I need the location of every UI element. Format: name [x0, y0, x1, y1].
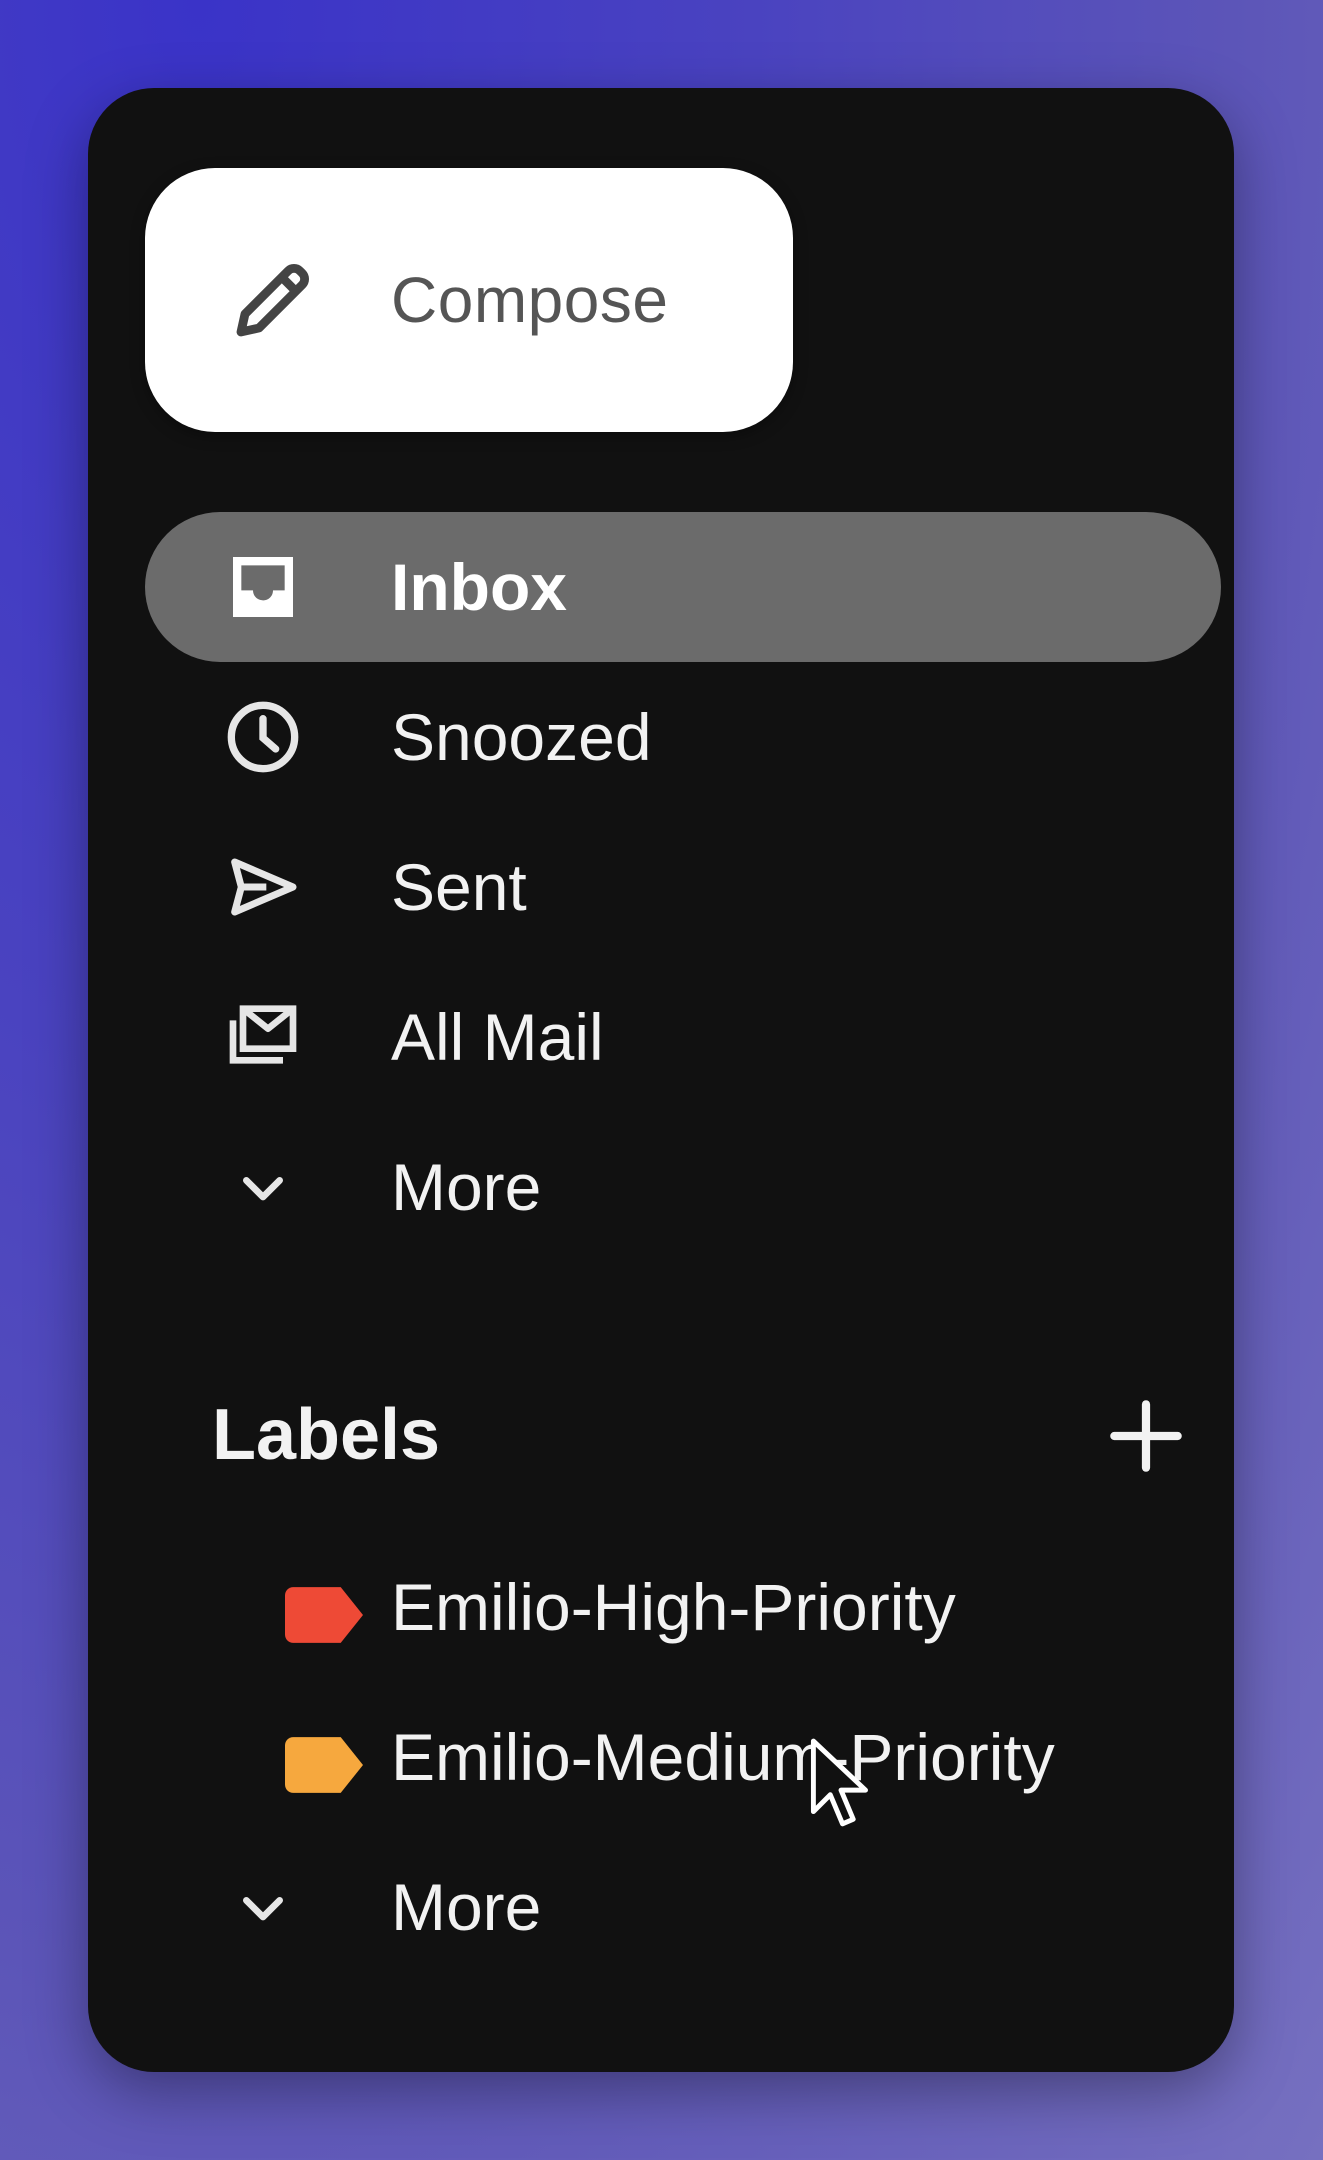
labels-more[interactable]: More — [145, 1832, 1221, 1982]
nav-label-inbox: Inbox — [391, 550, 567, 624]
plus-icon[interactable] — [1108, 1398, 1184, 1474]
nav-label-all-mail: All Mail — [391, 1000, 604, 1074]
nav-item-more[interactable]: More — [145, 1112, 1221, 1262]
labels-more-label: More — [391, 1870, 542, 1944]
labels-header: Labels — [212, 1395, 441, 1475]
label-tag-icon — [285, 1737, 363, 1793]
nav-label-sent: Sent — [391, 850, 527, 924]
label-text-medium-priority: Emilio-Medium-Priority — [391, 1720, 1055, 1794]
compose-label: Compose — [391, 264, 669, 336]
sidebar-panel: Compose Inbox Snoozed Sent All Mail More… — [88, 88, 1234, 2072]
send-icon — [231, 858, 297, 916]
nav-item-snoozed[interactable]: Snoozed — [145, 662, 1221, 812]
label-item-high-priority[interactable]: Emilio-High-Priority — [145, 1532, 1221, 1682]
clock-icon — [227, 701, 299, 773]
label-text-high-priority: Emilio-High-Priority — [391, 1570, 956, 1644]
nav-label-more: More — [391, 1150, 542, 1224]
chevron-down-icon — [243, 1897, 283, 1921]
nav-item-sent[interactable]: Sent — [145, 812, 1221, 962]
inbox-icon — [233, 557, 293, 617]
compose-button[interactable]: Compose — [145, 168, 793, 432]
chevron-down-icon — [243, 1177, 283, 1201]
nav-label-snoozed: Snoozed — [391, 700, 652, 774]
pencil-icon — [236, 264, 309, 337]
label-item-medium-priority[interactable]: Emilio-Medium-Priority — [145, 1682, 1221, 1832]
nav-item-all-mail[interactable]: All Mail — [145, 962, 1221, 1112]
label-tag-icon — [285, 1587, 363, 1643]
all-mail-icon — [229, 1005, 297, 1064]
nav-item-inbox[interactable]: Inbox — [145, 512, 1221, 662]
